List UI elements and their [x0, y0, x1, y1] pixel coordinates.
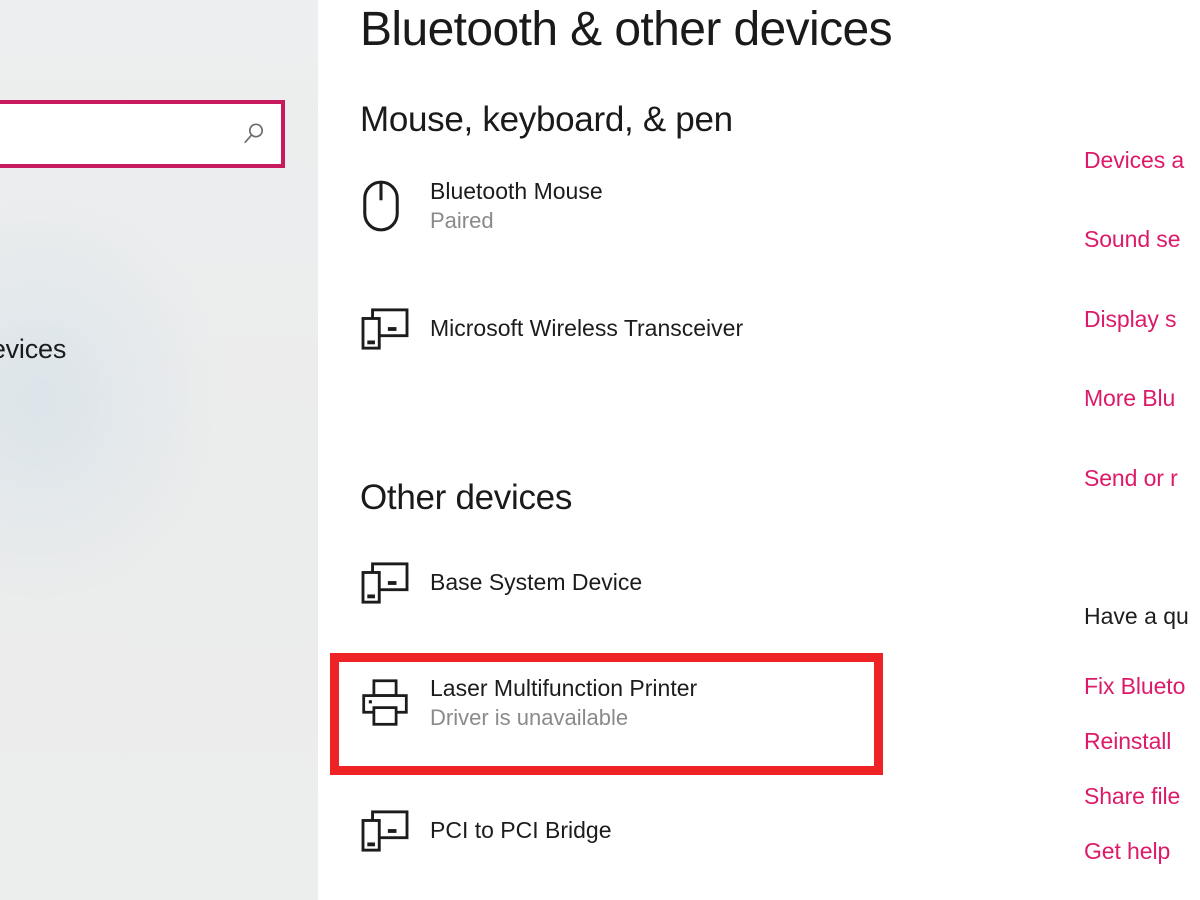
device-name: Laser Multifunction Printer: [430, 675, 698, 702]
list-item-pci-to-pci-bridge[interactable]: PCI to PCI Bridge: [360, 800, 960, 862]
device-text: Microsoft Wireless Transceiver: [416, 314, 743, 343]
device-status: Driver is unavailable: [430, 704, 629, 730]
list-item-laser-multifunction-printer[interactable]: Laser Multifunction Printer Driver is un…: [360, 672, 960, 734]
search-icon[interactable]: [241, 121, 267, 147]
page-title: Bluetooth & other devices: [360, 3, 893, 56]
device-name: PCI to PCI Bridge: [430, 817, 612, 844]
generic-device-icon: [360, 552, 416, 614]
mouse-icon: [360, 175, 416, 237]
main-content: Bluetooth & other devices Mouse, keyboar…: [318, 0, 1084, 900]
device-status: Paired: [430, 207, 494, 233]
list-item-bluetooth-mouse[interactable]: Bluetooth Mouse Paired: [360, 175, 960, 237]
section-heading-mouse-keyboard-pen: Mouse, keyboard, & pen: [360, 100, 733, 139]
device-name: Bluetooth Mouse: [430, 178, 603, 205]
device-text: Laser Multifunction Printer Driver is un…: [416, 674, 697, 732]
device-name: Base System Device: [430, 569, 643, 596]
link-devices-and-printers[interactable]: Devices a: [1084, 147, 1184, 174]
generic-device-icon: [360, 298, 416, 360]
device-name: Microsoft Wireless Transceiver: [430, 315, 744, 342]
link-send-or-receive-files[interactable]: Send or r: [1084, 465, 1178, 492]
search-box[interactable]: [0, 100, 285, 168]
device-text: Base System Device: [416, 568, 642, 597]
help-section-heading: Have a qu: [1084, 603, 1189, 629]
list-item-base-system-device[interactable]: Base System Device: [360, 552, 960, 614]
link-display-settings[interactable]: Display s: [1084, 306, 1177, 333]
search-input[interactable]: [0, 104, 234, 164]
generic-device-icon: [360, 800, 416, 862]
link-sound-settings[interactable]: Sound se: [1084, 226, 1180, 253]
device-text: PCI to PCI Bridge: [416, 816, 612, 845]
link-fix-bluetooth[interactable]: Fix Blueto: [1084, 673, 1185, 700]
settings-sidebar: devices: [0, 0, 318, 900]
printer-icon: [360, 672, 416, 734]
link-more-bluetooth-options[interactable]: More Blu: [1084, 385, 1175, 412]
device-text: Bluetooth Mouse Paired: [416, 177, 603, 235]
sidebar-item-devices-label[interactable]: devices: [0, 334, 66, 365]
section-heading-other-devices: Other devices: [360, 478, 573, 517]
link-get-help[interactable]: Get help: [1084, 838, 1170, 865]
link-share-files[interactable]: Share file: [1084, 783, 1180, 810]
link-reinstall[interactable]: Reinstall: [1084, 728, 1171, 755]
list-item-microsoft-wireless-transceiver[interactable]: Microsoft Wireless Transceiver: [360, 298, 960, 360]
related-settings-column: Devices a Sound se Display s More Blu Se…: [1084, 0, 1200, 900]
